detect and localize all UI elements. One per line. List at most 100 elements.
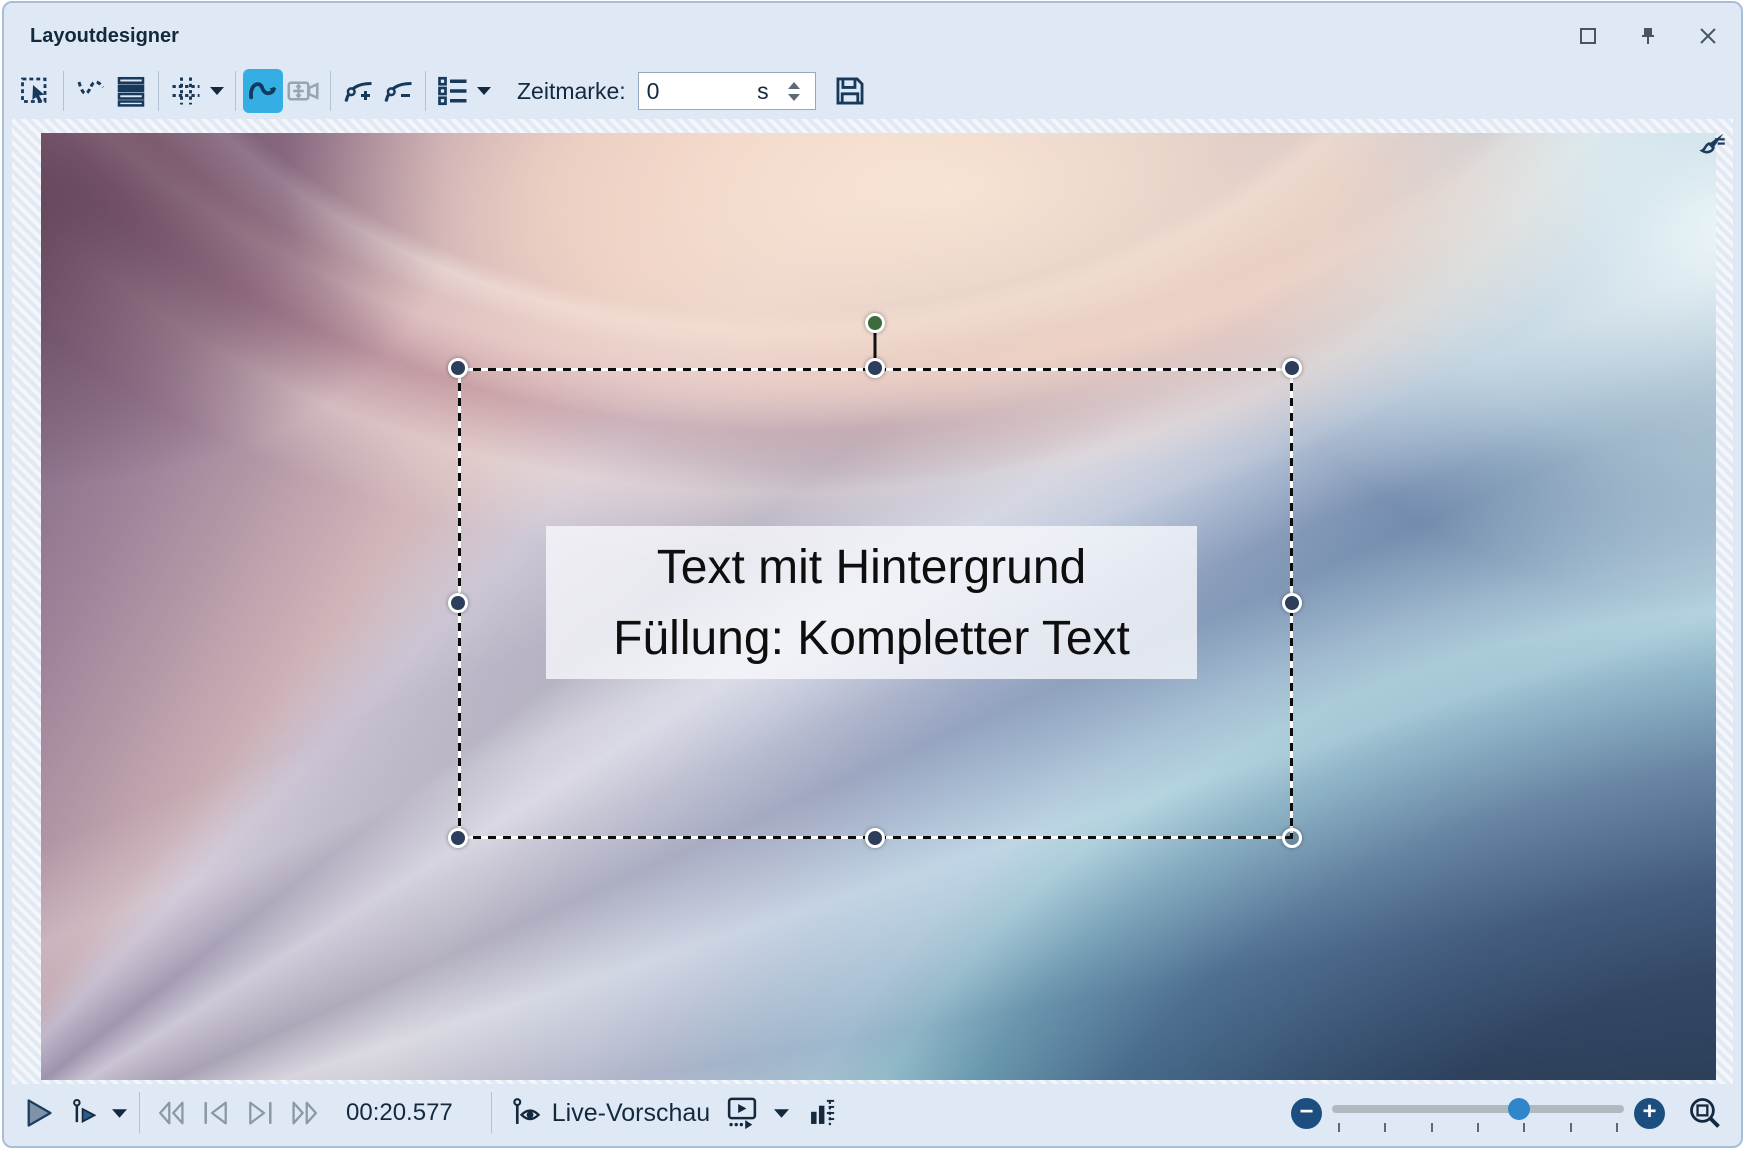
live-preview-label: Live-Vorschau xyxy=(552,1099,710,1128)
save-icon xyxy=(833,74,867,108)
close-button[interactable] xyxy=(1693,21,1723,51)
motion-path-icon xyxy=(244,72,282,110)
play-button[interactable] xyxy=(22,1097,56,1129)
live-preview-button[interactable] xyxy=(510,1096,544,1130)
timeline-meter-button[interactable] xyxy=(807,1096,837,1130)
resize-handle-top-left[interactable] xyxy=(448,358,468,378)
play-icon xyxy=(22,1097,56,1129)
window-title: Layoutdesigner xyxy=(30,25,179,48)
zeitmarke-spinner[interactable] xyxy=(781,82,807,101)
zoom-in-button[interactable]: + xyxy=(1634,1098,1665,1129)
object-list-icon xyxy=(435,73,471,109)
close-icon xyxy=(1698,26,1718,46)
camera-pan-tool-button xyxy=(283,69,323,113)
layers-icon xyxy=(113,73,149,109)
remove-curve-point-button[interactable] xyxy=(378,69,418,113)
pin-button[interactable] xyxy=(1633,21,1663,51)
zoom-fit-magnifier-icon xyxy=(1687,1095,1723,1131)
select-tool-button[interactable] xyxy=(16,69,56,113)
skip-to-start-button[interactable] xyxy=(198,1097,234,1129)
rewind-icon xyxy=(152,1097,190,1129)
spinner-down-icon xyxy=(788,94,800,101)
transport-separator xyxy=(139,1092,140,1134)
grid-icon xyxy=(168,73,204,109)
workspace: Text mit Hintergrund Füllung: Kompletter… xyxy=(12,119,1733,1084)
transport-separator xyxy=(491,1092,492,1134)
timeline-meter-icon xyxy=(807,1096,837,1130)
toolbar-separator xyxy=(425,71,426,111)
camera-pan-icon xyxy=(285,73,321,109)
play-options-dropdown[interactable] xyxy=(112,1109,127,1118)
remove-curve-point-icon xyxy=(380,73,416,109)
zoom-slider[interactable] xyxy=(1332,1093,1624,1133)
toolbar-separator xyxy=(330,71,331,111)
toolbar-separator xyxy=(158,71,159,111)
maximize-button[interactable] xyxy=(1573,21,1603,51)
brush-icon xyxy=(1695,127,1729,163)
rotation-handle[interactable] xyxy=(865,313,885,333)
chevron-down-icon xyxy=(477,87,491,95)
curve-select-icon xyxy=(73,73,109,109)
zoom-slider-ticks xyxy=(1338,1123,1618,1132)
skip-to-end-button[interactable] xyxy=(242,1097,278,1129)
maximize-icon xyxy=(1578,26,1598,46)
text-element[interactable]: Text mit Hintergrund Füllung: Kompletter… xyxy=(546,526,1197,679)
window-controls xyxy=(1573,21,1723,51)
skip-to-end-icon xyxy=(242,1097,278,1129)
spinner-up-icon xyxy=(788,82,800,89)
grid-dropdown-button[interactable] xyxy=(206,69,228,113)
resize-handle-top-center[interactable] xyxy=(865,358,885,378)
zoom-controls: − + xyxy=(1291,1084,1723,1142)
curve-select-tool-button[interactable] xyxy=(71,69,111,113)
zoom-slider-track[interactable] xyxy=(1332,1105,1624,1113)
skip-to-start-icon xyxy=(198,1097,234,1129)
resize-handle-bottom-left[interactable] xyxy=(448,828,468,848)
preview-window-button[interactable] xyxy=(724,1095,760,1131)
layout-canvas[interactable]: Text mit Hintergrund Füllung: Kompletter… xyxy=(41,133,1716,1080)
fast-forward-icon xyxy=(286,1097,324,1129)
toolbar: Zeitmarke: s xyxy=(16,63,1729,119)
motion-path-tool-button[interactable] xyxy=(243,69,283,113)
edit-background-button[interactable] xyxy=(1695,127,1729,163)
toolbar-separator xyxy=(63,71,64,111)
grid-tool-button[interactable] xyxy=(166,69,206,113)
live-preview-eye-icon xyxy=(510,1096,544,1130)
resize-handle-middle-left[interactable] xyxy=(448,593,468,613)
chevron-down-icon xyxy=(112,1109,127,1118)
rewind-button[interactable] xyxy=(152,1097,190,1129)
zeitmarke-input[interactable] xyxy=(639,74,747,108)
resize-handle-bottom-center[interactable] xyxy=(865,828,885,848)
chevron-down-icon xyxy=(210,87,224,95)
preview-window-icon xyxy=(724,1095,760,1131)
resize-handle-middle-right[interactable] xyxy=(1282,593,1302,613)
layoutdesigner-window: Layoutdesigner xyxy=(2,1,1743,1148)
text-element-line2: Füllung: Kompletter Text xyxy=(613,603,1130,674)
preview-options-dropdown[interactable] xyxy=(774,1109,789,1118)
object-list-dropdown-button[interactable] xyxy=(473,69,495,113)
play-from-marker-icon xyxy=(70,1097,102,1129)
layers-tool-button[interactable] xyxy=(111,69,151,113)
zoom-out-button[interactable]: − xyxy=(1291,1098,1322,1129)
playback-timestamp: 00:20.577 xyxy=(346,1099,453,1127)
transport-bar: 00:20.577 Live-Vorschau xyxy=(14,1084,1731,1142)
add-curve-point-icon xyxy=(340,73,376,109)
fast-forward-button[interactable] xyxy=(286,1097,324,1129)
object-list-button[interactable] xyxy=(433,69,473,113)
chevron-down-icon xyxy=(774,1109,789,1118)
select-tool-icon xyxy=(18,73,54,109)
title-bar: Layoutdesigner xyxy=(4,3,1741,65)
text-element-line1: Text mit Hintergrund xyxy=(657,532,1087,603)
save-button[interactable] xyxy=(830,69,870,113)
resize-handle-top-right[interactable] xyxy=(1282,358,1302,378)
resize-handle-bottom-right[interactable] xyxy=(1282,828,1302,848)
zoom-slider-thumb[interactable] xyxy=(1508,1098,1530,1120)
zoom-out-icon: − xyxy=(1299,1100,1313,1124)
zeitmarke-field: s xyxy=(638,72,816,110)
play-from-marker-button[interactable] xyxy=(70,1097,102,1129)
pin-icon xyxy=(1638,26,1658,46)
zoom-fit-button[interactable] xyxy=(1687,1095,1723,1131)
toolbar-separator xyxy=(235,71,236,111)
zeitmarke-label: Zeitmarke: xyxy=(517,78,626,105)
add-curve-point-button[interactable] xyxy=(338,69,378,113)
zeitmarke-unit: s xyxy=(747,78,769,105)
